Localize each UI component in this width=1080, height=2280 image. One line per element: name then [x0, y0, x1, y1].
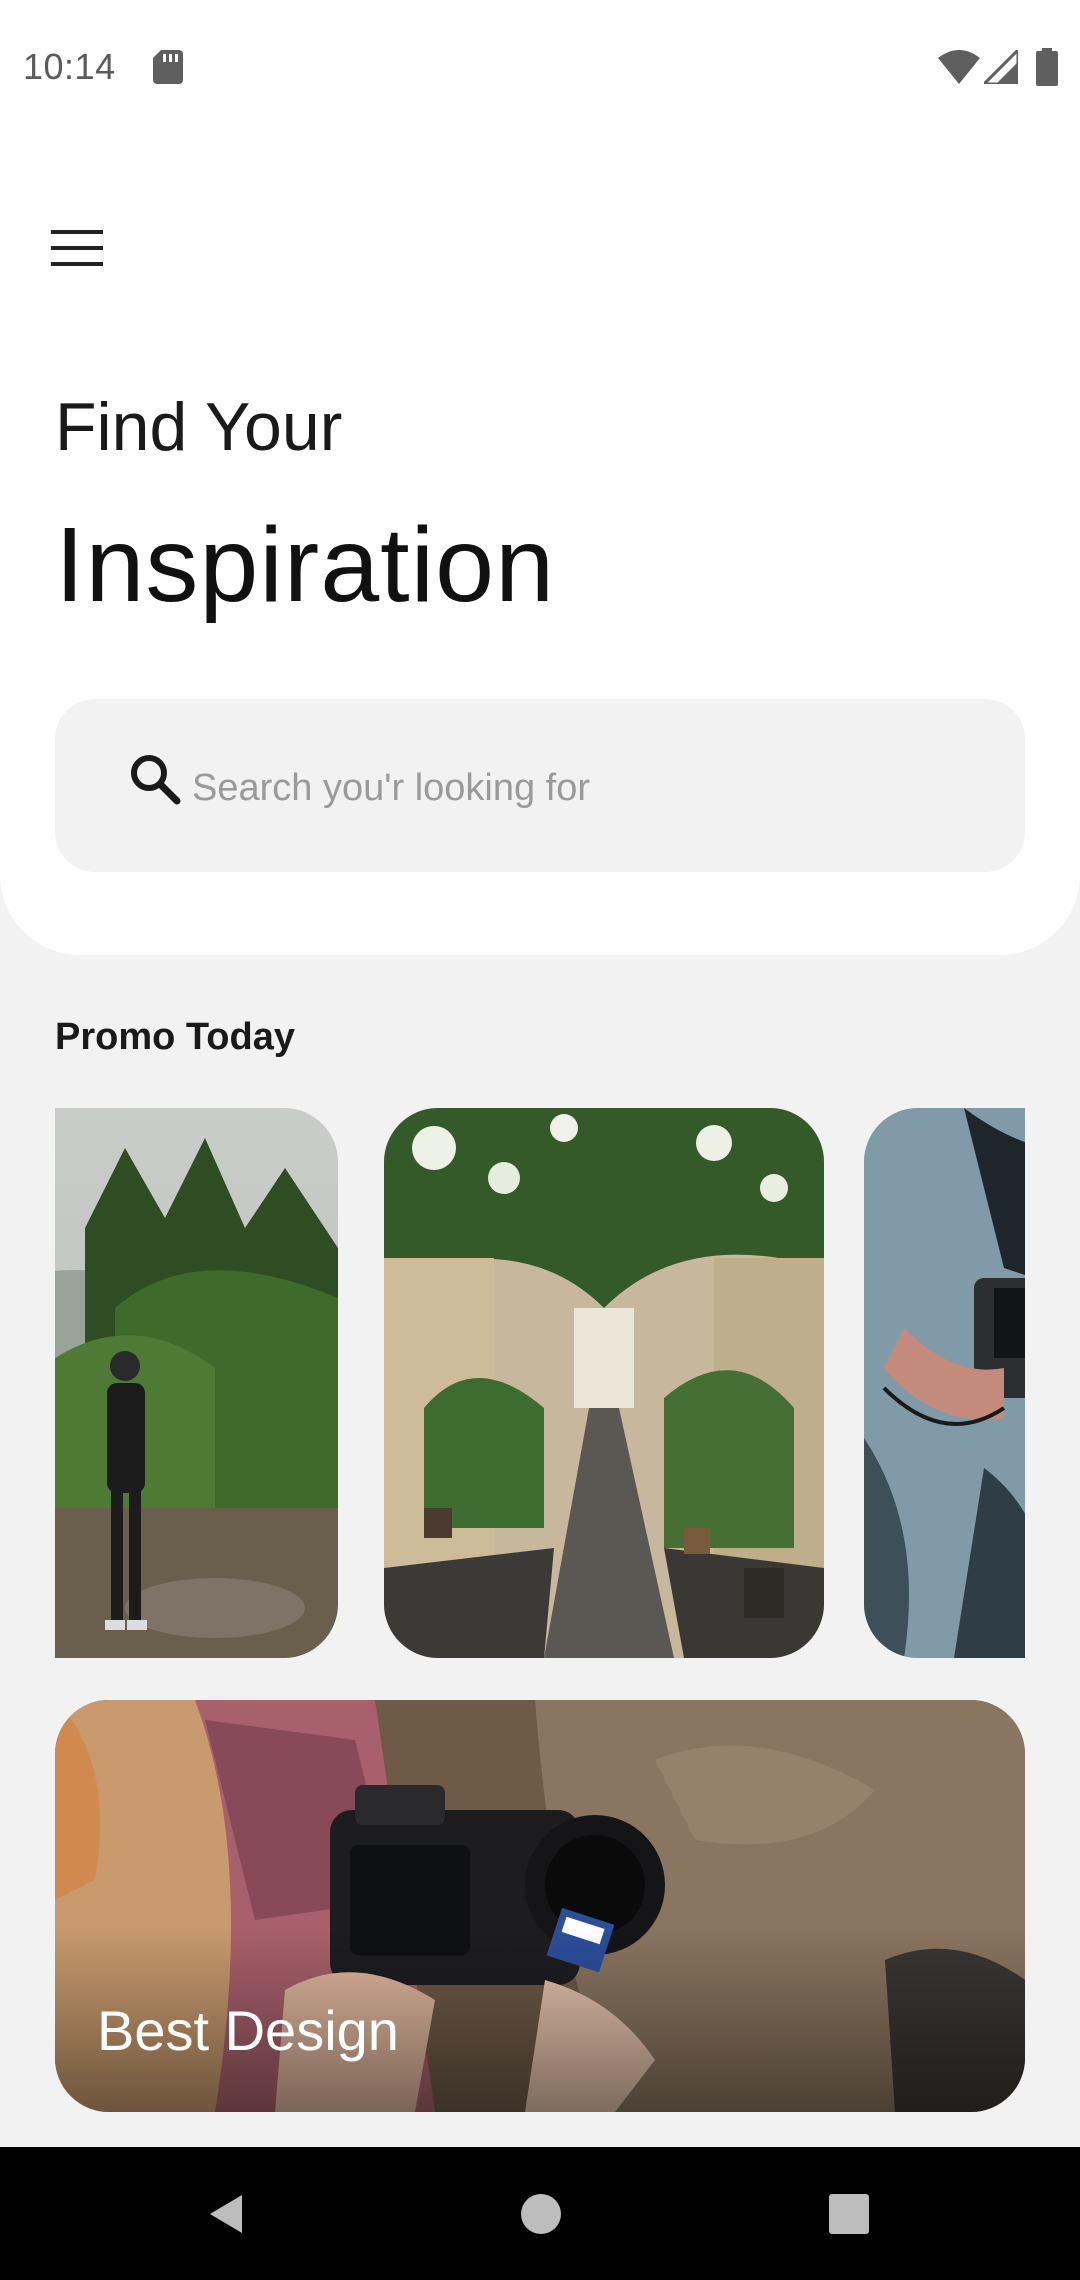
battery-icon: [1036, 48, 1058, 86]
system-nav-bar: [0, 2147, 1080, 2280]
promo-card-camera-hands[interactable]: [864, 1108, 1025, 1658]
headline-inspiration: Inspiration: [55, 506, 556, 624]
featured-card-label: Best Design: [97, 1999, 399, 2062]
status-bar: 10:14: [0, 0, 1080, 136]
promo-card-flowered-alley[interactable]: [384, 1108, 824, 1658]
promo-carousel[interactable]: [55, 1108, 1025, 1658]
home-icon[interactable]: [516, 2189, 566, 2239]
featured-card-best-design[interactable]: Best Design: [55, 1700, 1025, 2112]
search-input[interactable]: [190, 757, 994, 819]
signal-icon: [984, 50, 1018, 84]
search-box[interactable]: [55, 699, 1025, 872]
status-time: 10:14: [23, 46, 116, 87]
man-among-trees-photo: [55, 1108, 338, 1658]
wifi-icon: [938, 50, 980, 84]
search-icon: [131, 755, 181, 805]
promo-section-title: Promo Today: [55, 1016, 295, 1058]
headline-find-your: Find Your: [55, 389, 343, 465]
promo-card-man-among-trees[interactable]: [55, 1108, 338, 1658]
menu-button[interactable]: [40, 216, 114, 280]
flowered-alley-photo: [384, 1108, 824, 1658]
recents-icon[interactable]: [824, 2189, 874, 2239]
back-icon[interactable]: [200, 2189, 250, 2239]
sd-card-icon: [153, 50, 183, 84]
hamburger-menu-icon: [51, 230, 103, 266]
camera-hands-photo: [864, 1108, 1025, 1658]
